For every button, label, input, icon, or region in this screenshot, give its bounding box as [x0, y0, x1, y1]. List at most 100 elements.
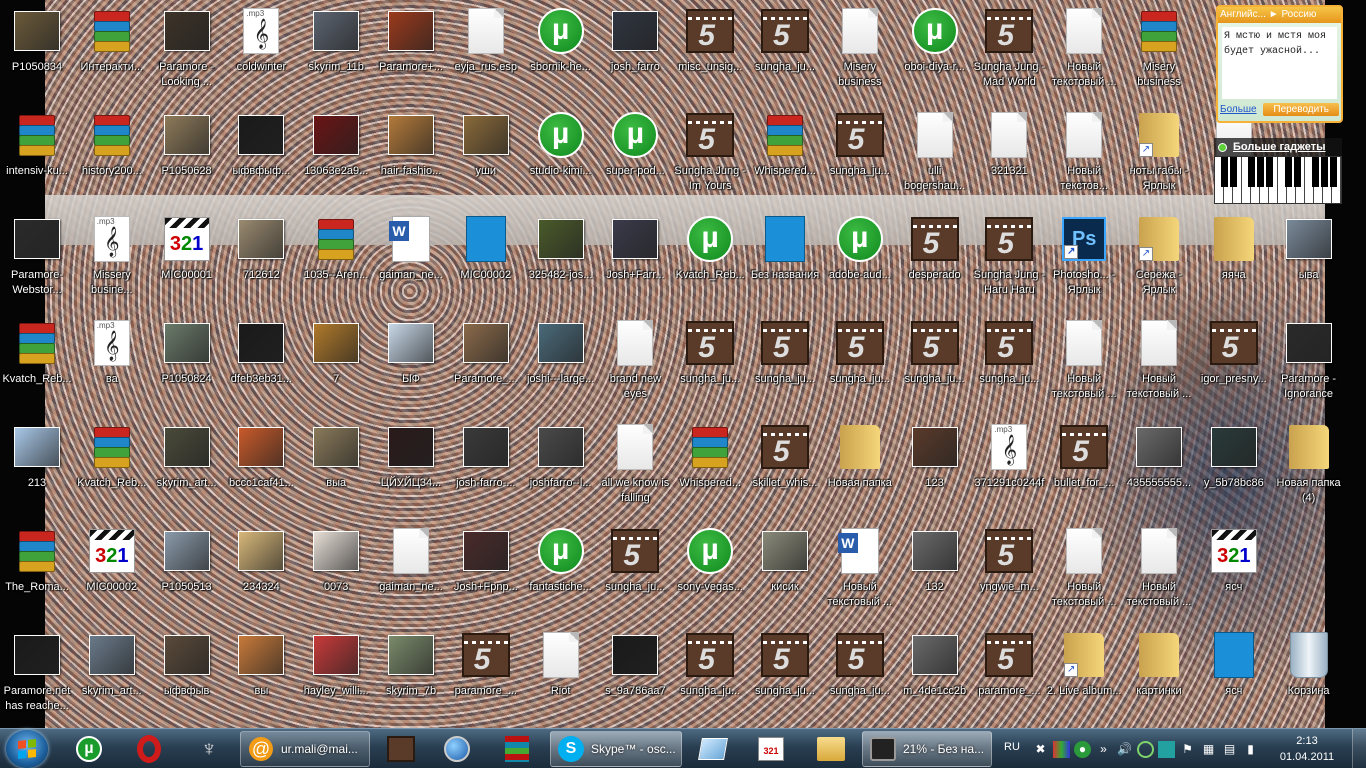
desktop-icon[interactable]: Kvatch_Reb...	[75, 417, 149, 517]
desktop-icon[interactable]: 321321	[972, 105, 1046, 205]
language-indicator[interactable]: RU	[1004, 741, 1020, 753]
desktop-icon[interactable]: картинки	[1122, 625, 1196, 725]
desktop-icon[interactable]: Whispered...	[673, 417, 747, 517]
translator-to-lang[interactable]: Россию	[1281, 7, 1316, 23]
desktop-icon[interactable]: ыфвфыв	[150, 625, 224, 725]
tray-teal-icon[interactable]	[1158, 740, 1175, 758]
desktop-icon[interactable]: 321 MIC00002	[75, 521, 149, 621]
piano-black-key[interactable]	[1293, 157, 1301, 187]
desktop-icon[interactable]: Новый текстов...	[1047, 105, 1121, 205]
tray-grid-icon[interactable]	[1053, 740, 1070, 758]
desktop-icon[interactable]: Misery business	[1122, 1, 1196, 101]
desktop-icon[interactable]: m_4de1cc2b	[898, 625, 972, 725]
desktop-icon[interactable]: Misery business	[823, 1, 897, 101]
desktop-icon[interactable]: Paramore+...	[374, 1, 448, 101]
desktop-icon[interactable]: igor_presny...	[1197, 313, 1271, 413]
desktop-icon[interactable]: skyrim_7b	[374, 625, 448, 725]
desktop-icon[interactable]: Paramore_...	[449, 313, 523, 413]
desktop-icon[interactable]: P1050628	[150, 105, 224, 205]
desktop-icon[interactable]: P1050513	[150, 521, 224, 621]
desktop-icon[interactable]: sungha_ju...	[598, 521, 672, 621]
desktop-icon[interactable]: Paramore-Webstor...	[0, 209, 74, 309]
desktop-icon[interactable]: ЫФ	[374, 313, 448, 413]
desktop-icon[interactable]: ясч	[1197, 625, 1271, 725]
translate-button[interactable]: Переводить	[1263, 103, 1339, 116]
desktop-icon[interactable]: P1050824	[150, 313, 224, 413]
desktop-icon[interactable]: 321 MIC00001	[150, 209, 224, 309]
taskbar-sketch-button[interactable]	[688, 731, 738, 767]
desktop-icon[interactable]: ulli bogershau...	[898, 105, 972, 205]
desktop-icon[interactable]: Новый текстовый ...	[1047, 313, 1121, 413]
desktop-icon[interactable]: Sungha Jung - Im Yours	[673, 105, 747, 205]
desktop-icon[interactable]: Корзина	[1272, 625, 1346, 725]
taskbar-explorer-button[interactable]	[806, 731, 856, 767]
desktop-icon[interactable]: y_5b78bc86	[1197, 417, 1271, 517]
desktop-icon[interactable]: gaiman_ne...	[374, 521, 448, 621]
desktop-icon[interactable]: Новая папка	[823, 417, 897, 517]
desktop-icon[interactable]: вы	[224, 625, 298, 725]
desktop-icon[interactable]: sungha_ju...	[823, 313, 897, 413]
show-desktop-button[interactable]	[1352, 729, 1366, 768]
start-button[interactable]	[6, 730, 48, 768]
desktop-icon[interactable]: skyrim_art...	[150, 417, 224, 517]
desktop-icon[interactable]: Paramore - Ignorance	[1272, 313, 1346, 413]
desktop-icon[interactable]: 321 ясч	[1197, 521, 1271, 621]
desktop-icon[interactable]: bullet_for_...	[1047, 417, 1121, 517]
desktop-icon[interactable]: gaiman_ne...	[374, 209, 448, 309]
desktop-icon[interactable]: skyrim_art...	[75, 625, 149, 725]
desktop-icon[interactable]: Новый текстовый ...	[1047, 521, 1121, 621]
desktop-icon[interactable]: josh-farro-...	[449, 417, 523, 517]
tray-device-icon[interactable]: ▦	[1200, 741, 1217, 758]
desktop-icon[interactable]: ЦЙУЙЦ34...	[374, 417, 448, 517]
desktop-icon[interactable]: 712612	[224, 209, 298, 309]
desktop-icon[interactable]: desperado	[898, 209, 972, 309]
desktop-icon[interactable]: skyrim_11b	[299, 1, 373, 101]
taskbar-skype-window[interactable]: S Skype™ - osc...	[550, 731, 682, 767]
desktop-icon[interactable]: кисик	[748, 521, 822, 621]
desktop-icon[interactable]: ыва	[1272, 209, 1346, 309]
desktop-icon[interactable]: MIC00002	[449, 209, 523, 309]
desktop-icon[interactable]: ыфвфыф...	[224, 105, 298, 205]
desktop-icon[interactable]: µ sbornik-he...	[524, 1, 598, 101]
desktop-icon[interactable]: 234324	[224, 521, 298, 621]
taskbar-utorrent-button[interactable]: µ	[64, 731, 114, 767]
network-icon[interactable]: ▤	[1221, 741, 1238, 758]
desktop-icon[interactable]: intensiv-ku...	[0, 105, 74, 205]
desktop-icon[interactable]: sungha_ju...	[823, 105, 897, 205]
desktop-icon[interactable]: Whispered...	[748, 105, 822, 205]
desktop-icon[interactable]: 7	[299, 313, 373, 413]
desktop-icon[interactable]: уши	[449, 105, 523, 205]
desktop-icon[interactable]: brand new eyes	[598, 313, 672, 413]
desktop-icon[interactable]: Josh+Farr...	[598, 209, 672, 309]
desktop-icon[interactable]: joshfarro--l...	[524, 417, 598, 517]
desktop-icon[interactable]: 13063e2a9...	[299, 105, 373, 205]
piano-black-key[interactable]	[1330, 157, 1338, 187]
desktop-icon[interactable]: µ sony-vegas...	[673, 521, 747, 621]
desktop-icon[interactable]: Новая папка (4)	[1272, 417, 1346, 517]
piano-black-key[interactable]	[1248, 157, 1256, 187]
more-gadgets-link[interactable]: Больше гаджеты	[1214, 138, 1342, 156]
desktop-icon[interactable]: s_9a786aa7	[598, 625, 672, 725]
desktop-icon[interactable]: sungha_ju...	[972, 313, 1046, 413]
desktop-icon[interactable]: bccc1caf41...	[224, 417, 298, 517]
desktop-icon[interactable]: Новый текстовый ...	[823, 521, 897, 621]
desktop-icon[interactable]: µ fantastiche...	[524, 521, 598, 621]
desktop-icon[interactable]: Josh+Fpnp...	[449, 521, 523, 621]
desktop-icon[interactable]: Новый текстовый ...	[1122, 313, 1196, 413]
desktop-icon[interactable]: Paramore - Looking ...	[150, 1, 224, 101]
piano-black-key[interactable]	[1284, 157, 1292, 187]
desktop-icon[interactable]: выа	[299, 417, 373, 517]
piano-black-key[interactable]	[1266, 157, 1274, 187]
desktop-icon[interactable]: 2. Live album...	[1047, 625, 1121, 725]
desktop-icon[interactable]: hayley_willi...	[299, 625, 373, 725]
desktop-icon[interactable]: sungha_ju...	[748, 625, 822, 725]
desktop-icon[interactable]: Paramore.net has reache...	[0, 625, 74, 725]
desktop-icon[interactable]: Ps Photosho... - Ярлык	[1047, 209, 1121, 309]
piano-gadget[interactable]	[1214, 156, 1342, 204]
desktop-icon[interactable]: 325482-jos...	[524, 209, 598, 309]
tray-flag-icon[interactable]: ⚑	[1179, 741, 1196, 758]
desktop-icon[interactable]: Sungha Jung - Mad World	[972, 1, 1046, 101]
desktop-icon[interactable]: skillet_whis...	[748, 417, 822, 517]
desktop-icon[interactable]: яяча	[1197, 209, 1271, 309]
desktop-icon[interactable]: Интеракти...	[75, 1, 149, 101]
